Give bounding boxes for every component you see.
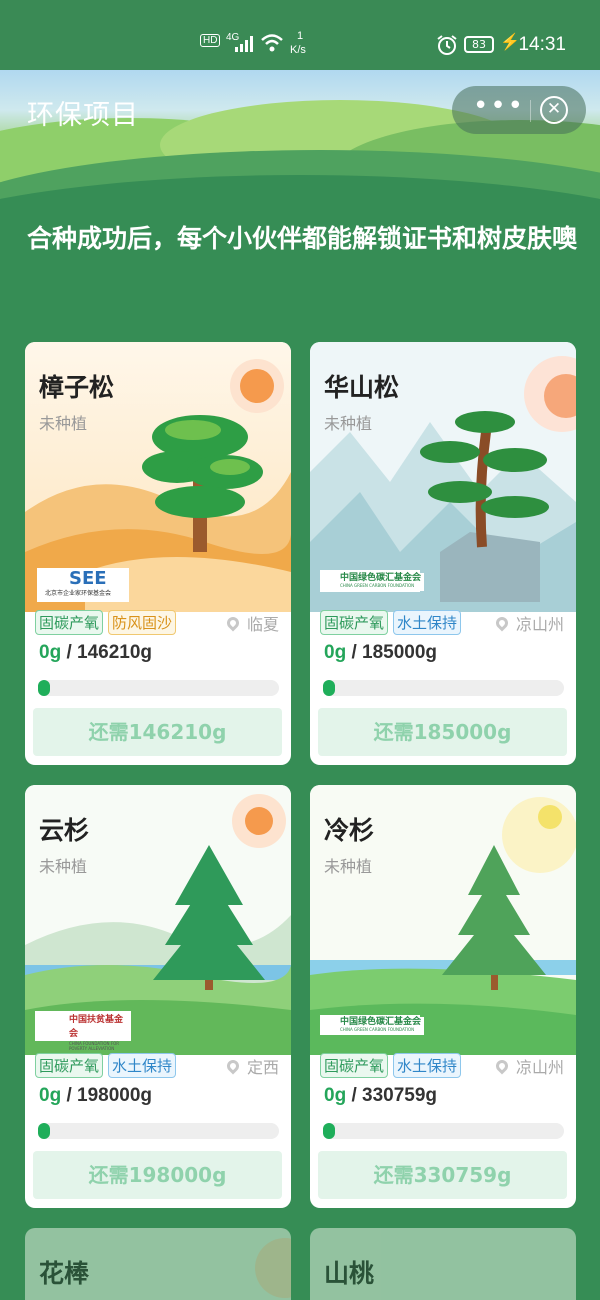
remaining-button[interactable]: 还需330759g bbox=[318, 1151, 567, 1199]
plant-status: 未种植 bbox=[39, 414, 88, 433]
mini-program-capsule: ••• ✕ bbox=[452, 86, 586, 134]
location-pin-icon bbox=[224, 614, 242, 632]
progress-fill bbox=[38, 680, 50, 696]
org-logo-subtitle: 北京市企业家环保基金会 bbox=[45, 590, 112, 597]
tree-card-huashansong[interactable]: 中国绿色碳汇基金会 CHINA GREEN CARBON FOUNDATION … bbox=[310, 342, 576, 765]
progress-current: 0g bbox=[39, 642, 62, 663]
progress-text: 0g / 198000g bbox=[39, 1085, 153, 1106]
tree-card-huabang[interactable]: 花棒 bbox=[25, 1228, 291, 1300]
org-logo-name: 中国绿色碳汇基金会 bbox=[340, 1017, 422, 1027]
tree-card-zhangzisong[interactable]: SEE 北京市企业家环保基金会 樟子松 未种植 固碳产氧 防风固沙 临夏 0g … bbox=[25, 342, 291, 765]
progress-text: 0g / 185000g bbox=[324, 642, 438, 663]
progress-current: 0g bbox=[324, 642, 347, 663]
progress-target: 185000g bbox=[362, 642, 438, 663]
plant-status: 未种植 bbox=[324, 857, 373, 876]
tree-card-yunshan[interactable]: 中国扶贫基金会 CHINA FOUNDATION FOR POVERTY ALL… bbox=[25, 785, 291, 1208]
progress-current: 0g bbox=[39, 1085, 62, 1106]
location-label: 临夏 bbox=[246, 615, 279, 634]
hd-badge: HD bbox=[200, 34, 221, 47]
org-logo-subtitle: CHINA GREEN CARBON FOUNDATION bbox=[340, 583, 415, 588]
location-pin-icon bbox=[493, 614, 511, 632]
alarm-icon bbox=[437, 35, 457, 55]
org-logo-name: 中国扶贫基金会 bbox=[69, 1015, 124, 1039]
tag-soil: 水土保持 bbox=[108, 1053, 177, 1078]
location-pin-icon bbox=[493, 1057, 511, 1075]
tree-name: 华山松 bbox=[324, 373, 400, 402]
remaining-button[interactable]: 还需185000g bbox=[318, 708, 567, 756]
remaining-button[interactable]: 还需198000g bbox=[33, 1151, 282, 1199]
tree-card-lengshan[interactable]: 中国绿色碳汇基金会 CHINA GREEN CARBON FOUNDATION … bbox=[310, 785, 576, 1208]
speed-value: 1 bbox=[297, 30, 304, 42]
progress-bar bbox=[323, 680, 564, 696]
tree-name: 花棒 bbox=[39, 1259, 90, 1288]
tag-soil: 水土保持 bbox=[393, 1053, 462, 1078]
progress-fill bbox=[38, 1123, 50, 1139]
progress-bar bbox=[323, 1123, 564, 1139]
location-label: 凉山州 bbox=[515, 1058, 564, 1077]
progress-target: 330759g bbox=[362, 1085, 438, 1106]
progress-current: 0g bbox=[324, 1085, 347, 1106]
org-logo-name: SEE bbox=[69, 568, 107, 589]
remaining-button[interactable]: 还需146210g bbox=[33, 708, 282, 756]
progress-bar bbox=[38, 1123, 279, 1139]
benefit-tags: 固碳产氧 水土保持 bbox=[35, 1053, 177, 1078]
tree-name: 冷杉 bbox=[324, 816, 375, 845]
plant-status: 未种植 bbox=[39, 857, 88, 876]
tag-carbon: 固碳产氧 bbox=[35, 610, 104, 635]
battery-indicator: 83 bbox=[464, 36, 494, 53]
tag-carbon: 固碳产氧 bbox=[320, 610, 389, 635]
plant-status: 未种植 bbox=[324, 414, 373, 433]
location: 凉山州 bbox=[493, 611, 564, 635]
progress-target: 146210g bbox=[77, 642, 153, 663]
progress-text: 0g / 330759g bbox=[324, 1085, 438, 1106]
progress-target: 198000g bbox=[77, 1085, 153, 1106]
location: 定西 bbox=[224, 1054, 279, 1078]
benefit-tags: 固碳产氧 水土保持 bbox=[320, 610, 462, 635]
org-logo: 中国扶贫基金会 CHINA FOUNDATION FOR POVERTY ALL… bbox=[37, 1013, 131, 1051]
close-icon[interactable]: ✕ bbox=[540, 96, 568, 124]
location-label: 定西 bbox=[246, 1058, 279, 1077]
tree-name: 云杉 bbox=[39, 816, 90, 845]
tag-carbon: 固碳产氧 bbox=[35, 1053, 104, 1078]
progress-fill bbox=[323, 680, 335, 696]
status-bar: HD 4G 1 K/s 83 ⚡ 14:31 bbox=[0, 0, 600, 70]
more-icon[interactable]: ••• bbox=[472, 93, 526, 124]
sun-decoration bbox=[255, 1238, 291, 1298]
tag-carbon: 固碳产氧 bbox=[320, 1053, 389, 1078]
headline: 合种成功后，每个小伙伴都能解锁证书和树皮肤噢 bbox=[27, 224, 578, 253]
org-logo-subtitle: CHINA GREEN CARBON FOUNDATION bbox=[340, 1027, 415, 1032]
charging-icon: ⚡ bbox=[500, 34, 520, 51]
benefit-tags: 固碳产氧 水土保持 bbox=[320, 1053, 462, 1078]
signal-icon bbox=[235, 36, 253, 52]
location: 凉山州 bbox=[493, 1054, 564, 1078]
org-logo-subtitle: CHINA FOUNDATION FOR POVERTY ALLEVIATION bbox=[69, 1041, 120, 1051]
tree-name: 山桃 bbox=[324, 1259, 375, 1288]
location-label: 凉山州 bbox=[515, 615, 564, 634]
org-logo: SEE 北京市企业家环保基金会 bbox=[39, 570, 127, 600]
org-logo: 中国绿色碳汇基金会 CHINA GREEN CARBON FOUNDATION bbox=[324, 573, 424, 591]
benefit-tags: 固碳产氧 防风固沙 bbox=[35, 610, 177, 635]
location: 临夏 bbox=[224, 611, 279, 635]
speed-unit: K/s bbox=[290, 44, 306, 56]
page-title: 环保项目 bbox=[27, 100, 139, 131]
progress-fill bbox=[323, 1123, 335, 1139]
progress-text: 0g / 146210g bbox=[39, 642, 153, 663]
tree-name: 樟子松 bbox=[39, 373, 115, 402]
tag-windbreak: 防风固沙 bbox=[108, 610, 177, 635]
status-time: 14:31 bbox=[518, 34, 566, 55]
location-pin-icon bbox=[224, 1057, 242, 1075]
capsule-divider bbox=[530, 100, 531, 122]
progress-bar bbox=[38, 680, 279, 696]
tag-soil: 水土保持 bbox=[393, 610, 462, 635]
wifi-icon bbox=[261, 34, 283, 52]
tree-card-shantao[interactable]: 山桃 bbox=[310, 1228, 576, 1300]
org-logo: 中国绿色碳汇基金会 CHINA GREEN CARBON FOUNDATION bbox=[324, 1017, 424, 1035]
org-logo-name: 中国绿色碳汇基金会 bbox=[340, 573, 422, 583]
